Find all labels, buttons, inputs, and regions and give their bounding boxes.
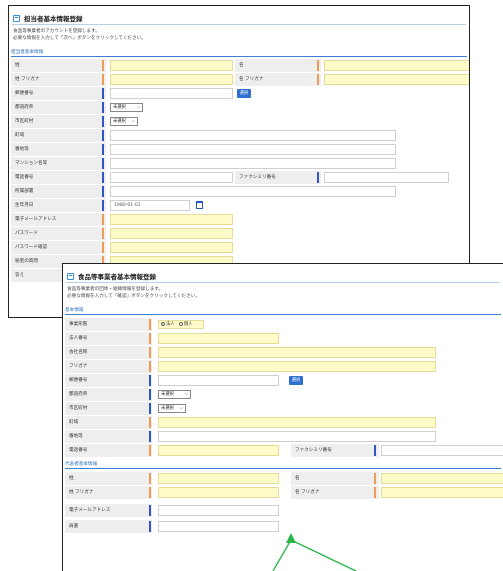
annotation-arrow xyxy=(272,533,357,571)
arrow-head xyxy=(286,533,296,543)
arrow-line xyxy=(272,539,357,571)
